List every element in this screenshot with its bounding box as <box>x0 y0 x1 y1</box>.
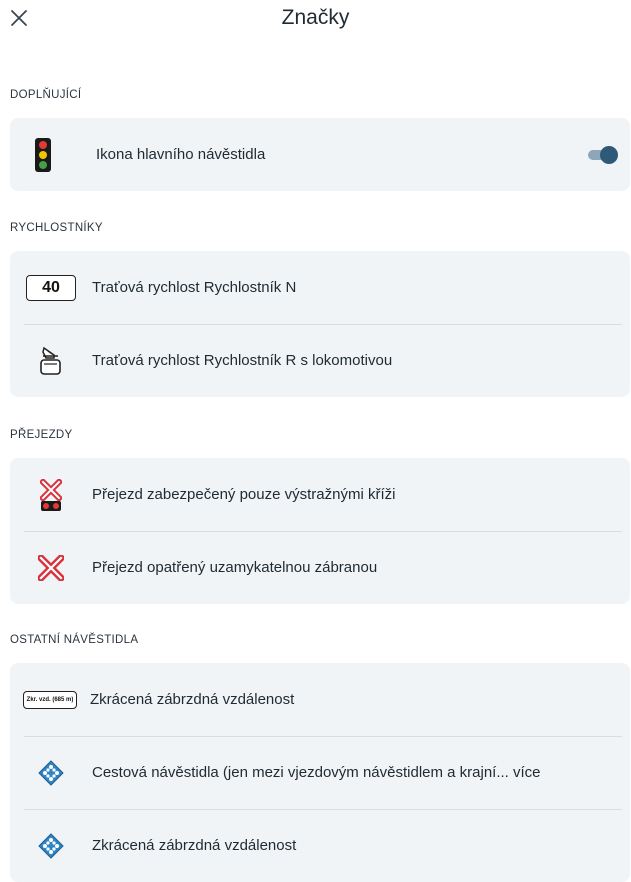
list-item-label: Ikona hlavního návěstidla <box>96 146 266 163</box>
crossing-cross-signal-icon <box>40 478 62 511</box>
list-item-label: Traťová rychlost Rychlostník N <box>92 279 297 296</box>
page-title: Značky <box>281 6 350 29</box>
list-item-route-signals[interactable]: Cestová návěstidla (jen mezi vjezdovým n… <box>10 736 630 809</box>
list-item-crossing-warning-crosses[interactable]: Přejezd zabezpečený pouze výstražnými kř… <box>10 458 630 531</box>
list-item-shortened-braking[interactable]: Zkrácená zábrzdná vzdálenost <box>10 809 630 882</box>
header: Značky <box>0 0 631 40</box>
list-item-label: Traťová rychlost Rychlostník R s lokomot… <box>92 352 393 369</box>
section-card-ostatni-navestidla: Zkr. vzd. (685 m) Zkrácená zábrzdná vzdá… <box>10 663 630 882</box>
list-item-main-signal-icon[interactable]: Ikona hlavního návěstidla <box>10 118 630 191</box>
list-item-label: Přejezd opatřený uzamykatelnou zábranou <box>92 559 378 576</box>
section-title-prejezdy: PŘEJEZDY <box>10 429 73 441</box>
list-item-label: Zkrácená zábrzdná vzdálenost <box>92 837 297 854</box>
list-item-speed-sign-r[interactable]: Traťová rychlost Rychlostník R s lokomot… <box>10 324 630 397</box>
section-card-doplnujici: Ikona hlavního návěstidla <box>10 118 630 191</box>
traffic-light-icon <box>35 137 51 172</box>
crossing-cross-icon <box>38 554 64 581</box>
section-card-prejezdy: Přejezd zabezpečený pouze výstražnými kř… <box>10 458 630 604</box>
section-title-rychlostniky: RYCHLOSTNÍKY <box>10 222 103 234</box>
blue-diamond-signal-icon <box>38 832 64 859</box>
speed-sign-icon: 40 <box>26 274 76 301</box>
list-item-speed-sign-n[interactable]: 40 Traťová rychlost Rychlostník N <box>10 251 630 324</box>
section-title-ostatni-navestidla: OSTATNÍ NÁVĚSTIDLA <box>10 634 139 646</box>
blue-diamond-signal-icon <box>38 759 64 786</box>
list-item-crossing-barrier[interactable]: Přejezd opatřený uzamykatelnou zábranou <box>10 531 630 604</box>
list-item-label: Cestová návěstidla (jen mezi vjezdovým n… <box>92 764 541 781</box>
main-signal-toggle[interactable] <box>588 146 618 164</box>
list-item-label: Zkrácená zábrzdná vzdálenost <box>90 691 295 708</box>
list-item-label: Přejezd zabezpečený pouze výstražnými kř… <box>92 486 396 503</box>
shortened-distance-sign-icon: Zkr. vzd. (685 m) <box>23 690 77 709</box>
list-item-shortened-braking-sign[interactable]: Zkr. vzd. (685 m) Zkrácená zábrzdná vzdá… <box>10 663 630 736</box>
section-title-doplnujici: DOPLŇUJÍCÍ <box>10 89 82 101</box>
locomotive-sign-icon <box>40 346 61 375</box>
section-card-rychlostniky: 40 Traťová rychlost Rychlostník N Traťov… <box>10 251 630 397</box>
